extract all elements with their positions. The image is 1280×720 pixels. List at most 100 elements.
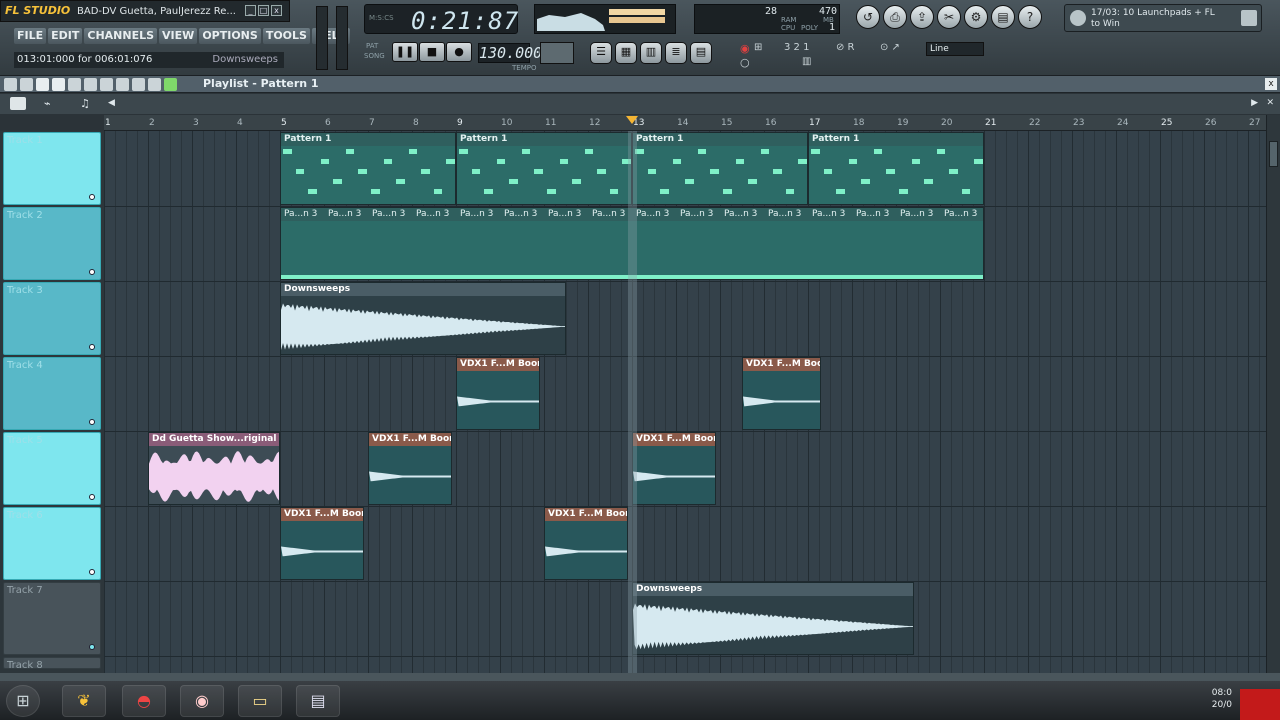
vertical-scrollbar[interactable] — [1266, 115, 1280, 673]
track-header[interactable]: Track 1 — [3, 132, 101, 205]
audio-clip[interactable]: VDX1 F...M Boom — [632, 432, 716, 505]
vertical-scroll-thumb[interactable] — [1269, 141, 1278, 167]
zoom-out-icon[interactable]: ✕ — [1266, 98, 1274, 108]
note-icon[interactable]: ♫ — [80, 97, 90, 110]
playhead-marker-icon[interactable] — [626, 116, 638, 124]
fl-studio-icon[interactable]: ❦ — [62, 685, 106, 717]
save-button[interactable]: ⎙ — [883, 5, 907, 29]
pattern-clip[interactable]: Pattern 1 — [808, 132, 984, 205]
menu-file[interactable]: FILE — [14, 28, 47, 44]
maximize-button[interactable]: □ — [258, 5, 269, 16]
browser-shortcut-button[interactable]: ▤ — [690, 42, 712, 64]
playlist-title[interactable]: Playlist - Pattern 1 — [203, 77, 319, 90]
mute-tool-icon[interactable] — [84, 78, 97, 91]
snap-toggle-icon[interactable] — [10, 97, 26, 110]
pattern-clip[interactable]: Pattern 1 — [632, 132, 808, 205]
audio-clip[interactable]: VDX1 F...M Boom — [544, 507, 628, 580]
scroll-right-icon[interactable]: ▶ — [1251, 98, 1258, 108]
tempo-display[interactable]: 130.000 — [478, 43, 542, 63]
record-option-icon[interactable]: ◉ — [740, 42, 750, 55]
menu-channels[interactable]: CHANNELS — [84, 28, 158, 44]
pokeball-app-icon[interactable]: ◓ — [122, 685, 166, 717]
master-volume-slider[interactable] — [316, 6, 328, 70]
track-mute-icon[interactable] — [89, 194, 95, 200]
minimize-button[interactable]: _ — [245, 5, 256, 16]
pause-button[interactable]: ❚❚ — [392, 42, 418, 62]
zoom-tool-icon[interactable] — [132, 78, 145, 91]
snap-select[interactable]: Line — [926, 42, 984, 56]
settings-button[interactable]: ⚙ — [964, 5, 988, 29]
wait-icon[interactable]: ▥ — [802, 56, 811, 67]
undo-button[interactable]: ↺ — [856, 5, 880, 29]
track-header[interactable]: Track 5 — [3, 432, 101, 505]
track-header[interactable]: Track 7 — [3, 582, 101, 655]
menu-tools[interactable]: TOOLS — [262, 28, 310, 44]
snap-icon[interactable]: ⊙ ↗ — [880, 42, 900, 53]
playlist-grid[interactable]: Pa...n 3 Pa...n 3 Pa...n 3 Pa...n 3 Pa...n 3… — [104, 131, 1266, 673]
step-edit-icon[interactable]: ⊘ R — [836, 42, 855, 53]
track-header[interactable]: Track 3 — [3, 282, 101, 355]
track-mute-icon[interactable] — [89, 644, 95, 650]
time-display[interactable]: M:S:CS 0:21:87 — [364, 4, 518, 35]
track-header[interactable]: Track 6 — [3, 507, 101, 580]
slice-tool-icon[interactable] — [100, 78, 113, 91]
audio-clip[interactable]: Dd Guetta Show...riginal Mix) — [148, 432, 280, 505]
help-button[interactable]: ? — [1018, 5, 1042, 29]
record-button[interactable]: ● — [446, 42, 472, 62]
pattern-selector[interactable] — [540, 42, 574, 64]
delete-tool-icon[interactable] — [68, 78, 81, 91]
track-mute-icon[interactable] — [89, 419, 95, 425]
notepad-icon[interactable]: ▤ — [296, 685, 340, 717]
timeline-ruler[interactable]: 1 2 3 4 5 6 7 8 9 10 11 12 13 14 15 16 17 18 19 20 21 22 23 24 2… — [104, 115, 1266, 131]
system-clock[interactable]: 08:0 20/0 — [1212, 687, 1232, 711]
chrome-icon[interactable]: ◉ — [180, 685, 224, 717]
news-panel[interactable]: 17/03: 10 Launchpads + FL to Win — [1064, 4, 1262, 32]
menu-view[interactable]: VIEW — [159, 28, 198, 44]
track-header[interactable]: Track 4 — [3, 357, 101, 430]
file-explorer-icon[interactable]: ▭ — [238, 685, 282, 717]
loop-record-icon[interactable]: ⊞ — [754, 42, 762, 53]
export-button[interactable]: ⇪ — [910, 5, 934, 29]
audio-clip[interactable]: VDX1 F...M Boom — [280, 507, 364, 580]
song-mode-label[interactable]: SONG — [364, 52, 385, 60]
channel-rack-shortcut-button[interactable]: ▥ — [640, 42, 662, 64]
menu-options[interactable]: OPTIONS — [199, 28, 261, 44]
playlist-shortcut-button[interactable]: ☰ — [590, 42, 612, 64]
paint-tool-icon[interactable] — [52, 78, 65, 91]
mixer-shortcut-button[interactable]: ≣ — [665, 42, 687, 64]
close-button[interactable]: x — [271, 5, 282, 16]
countdown-icon[interactable]: 3 2 1 — [784, 42, 809, 53]
master-pitch-slider[interactable] — [336, 6, 348, 70]
select-tool-icon[interactable] — [116, 78, 129, 91]
pattern-clip[interactable]: Pattern 1 — [280, 132, 456, 205]
audio-clip[interactable]: VDX1 F...M Boom — [368, 432, 452, 505]
track-mute-icon[interactable] — [89, 569, 95, 575]
playback-tool-icon[interactable] — [148, 78, 161, 91]
pattern-picker-icon[interactable]: ⌁ — [44, 97, 51, 110]
scroll-left-icon[interactable]: ◀ — [108, 98, 115, 108]
track-mute-icon[interactable] — [89, 344, 95, 350]
pattern-clip[interactable]: Pattern 1 — [456, 132, 632, 205]
track-header[interactable]: Track 8 — [3, 657, 101, 671]
playlist-menu-icon[interactable] — [4, 78, 17, 91]
project-info-button[interactable]: ▤ — [991, 5, 1015, 29]
audio-clip[interactable]: VDX1 F...M Boom — [456, 357, 540, 430]
play-pattern-icon[interactable] — [164, 78, 177, 91]
metronome-icon[interactable]: ○ — [740, 56, 750, 69]
news-link-icon[interactable] — [1241, 10, 1257, 26]
magnet-icon[interactable] — [20, 78, 33, 91]
playlist-close-button[interactable]: x — [1265, 78, 1277, 90]
piano-roll-shortcut-button[interactable]: ▦ — [615, 42, 637, 64]
pat-mode-label[interactable]: PAT — [366, 42, 378, 50]
windows-start-icon[interactable]: ⊞ — [6, 685, 40, 717]
cut-button[interactable]: ✂ — [937, 5, 961, 29]
audio-clip[interactable]: VDX1 F...M Boom — [742, 357, 822, 430]
draw-tool-icon[interactable] — [36, 78, 49, 91]
menu-edit[interactable]: EDIT — [48, 28, 83, 44]
track-mute-icon[interactable] — [89, 269, 95, 275]
stop-button[interactable]: ■ — [419, 42, 445, 62]
audio-clip[interactable]: Downsweeps — [280, 282, 566, 355]
audio-clip[interactable]: Downsweeps — [632, 582, 914, 655]
track-header[interactable]: Track 2 — [3, 207, 101, 280]
track-mute-icon[interactable] — [89, 494, 95, 500]
